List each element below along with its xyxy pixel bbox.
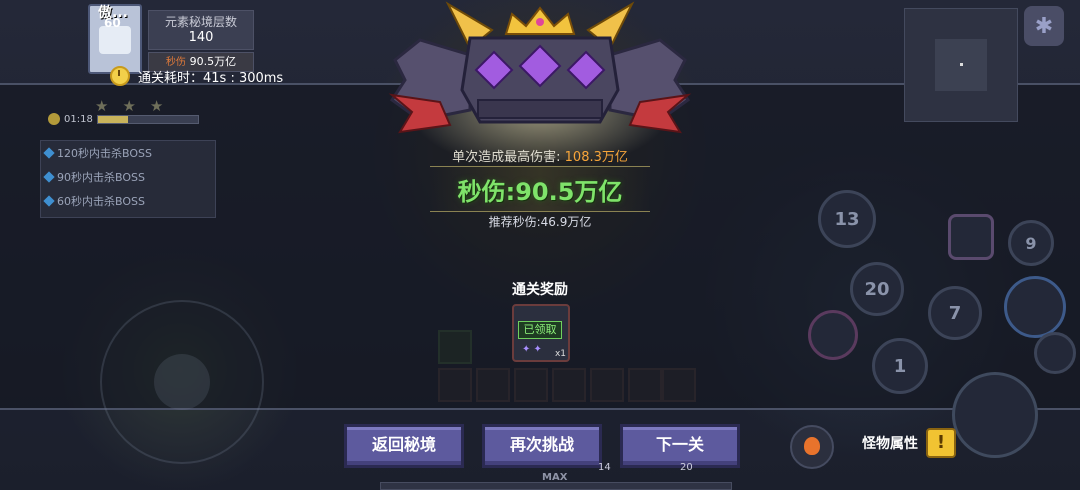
max-damage-label: 单次造成最高伤害:: [452, 150, 561, 165]
joystick-knob[interactable]: [154, 354, 210, 410]
sparkle-icon: ✦ ✦: [522, 344, 542, 355]
monster-attribute-label: 怪物属性: [862, 436, 918, 452]
slot-count: 14: [598, 462, 611, 473]
joystick[interactable]: [100, 300, 264, 464]
game-scene: 傲... 60 元素秘境层数 140 秒伤 90.5万亿 通关耗时：41s : …: [0, 0, 1080, 490]
reward-item[interactable]: 已领取 ✦ ✦ x1: [512, 304, 570, 362]
slot-count: 20: [680, 462, 693, 473]
max-damage-value: 108.3万亿: [564, 150, 628, 165]
return-button[interactable]: 返回秘境: [344, 424, 464, 468]
max-damage-line: 单次造成最高伤害: 108.3万亿: [0, 146, 1080, 165]
crown-gem: [536, 18, 544, 26]
retry-button[interactable]: 再次挑战: [482, 424, 602, 468]
skill-cooldown[interactable]: 1: [872, 338, 928, 394]
skill-slot-icon[interactable]: [1034, 332, 1076, 374]
experience-bar: [380, 482, 732, 490]
reward-count: x1: [554, 349, 566, 359]
warning-icon: !: [926, 428, 956, 458]
potion-liquid: [804, 437, 820, 455]
monster-attribute-button[interactable]: 怪物属性 !: [862, 428, 956, 458]
attack-button[interactable]: [952, 372, 1038, 458]
recommended-dps: 推荐秒伤:46.9万亿: [488, 215, 592, 229]
potion-icon[interactable]: [790, 425, 834, 469]
emblem-base: [477, 99, 603, 119]
rewards-title: 通关奖励: [512, 282, 568, 298]
dps-value: 秒伤:90.5万亿: [457, 178, 623, 206]
trophy-emblem: [388, 1, 692, 160]
skill-slot-icon[interactable]: [808, 310, 858, 360]
claimed-badge: 已领取: [518, 321, 562, 339]
